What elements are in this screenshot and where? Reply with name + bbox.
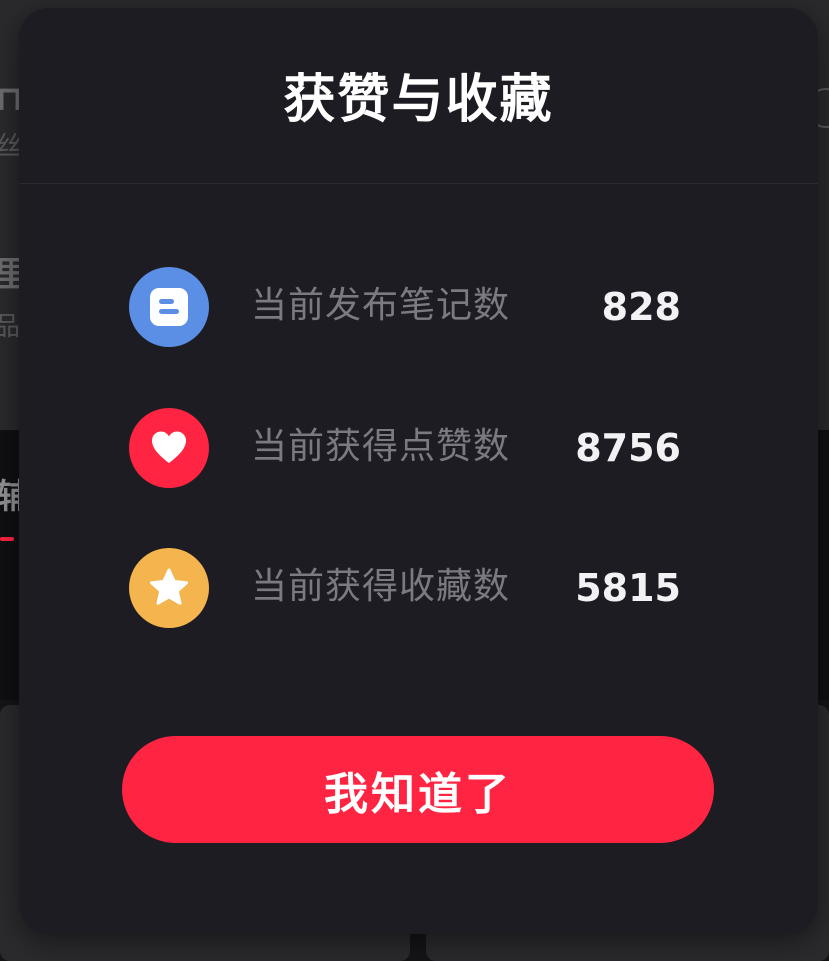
- stat-row-notes: 当前发布笔记数 828: [129, 267, 689, 347]
- stat-value: 5815: [575, 566, 681, 610]
- stat-label: 当前获得点赞数: [251, 426, 511, 467]
- title-divider: [19, 183, 818, 184]
- heart-icon: [129, 408, 209, 488]
- stat-value: 828: [601, 285, 681, 329]
- stat-label: 当前发布笔记数: [251, 285, 511, 326]
- stat-row-favorites: 当前获得收藏数 5815: [129, 548, 689, 628]
- background-text-fragment: 品: [0, 312, 21, 342]
- star-icon: [129, 548, 209, 628]
- background-tab-underline: [0, 537, 14, 541]
- likes-and-favorites-modal: 获赞与收藏 当前发布笔记数 828 当前获得点赞数 8756 当前获得收藏数 5…: [19, 8, 818, 934]
- stat-label: 当前获得收藏数: [251, 566, 511, 607]
- notes-icon: [129, 267, 209, 347]
- got-it-button[interactable]: 我知道了: [122, 736, 714, 843]
- modal-title: 获赞与收藏: [283, 70, 554, 130]
- stat-row-likes: 当前获得点赞数 8756: [129, 408, 689, 488]
- stat-value: 8756: [575, 426, 681, 470]
